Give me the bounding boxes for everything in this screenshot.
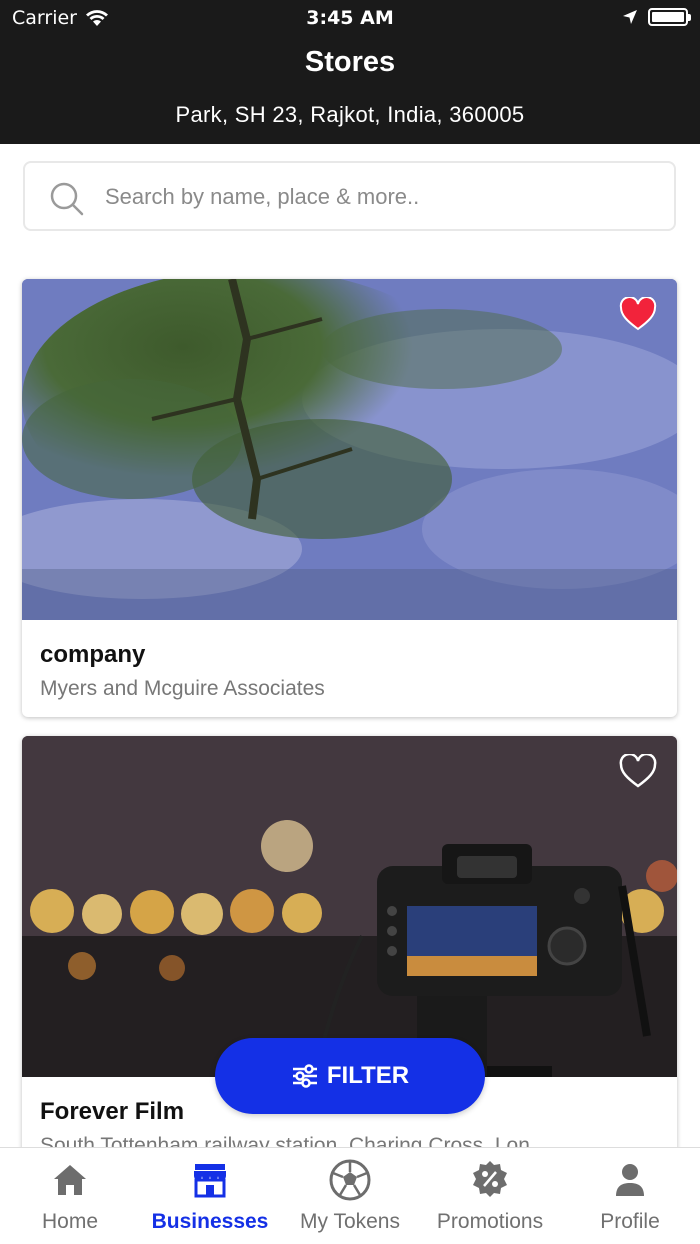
tab-businesses[interactable]: Businesses (140, 1148, 280, 1244)
header-bar: Carrier 3:45 AM Stores Park, SH 23, Rajk… (0, 0, 700, 144)
soccer-ball-icon (329, 1159, 371, 1201)
percent-badge-icon (473, 1161, 507, 1197)
location-arrow-icon (623, 10, 637, 24)
tab-label: Home (41, 1210, 99, 1233)
tab-label: Promotions (436, 1210, 544, 1233)
filter-label: FILTER (326, 1062, 410, 1089)
current-location[interactable]: Park, SH 23, Rajkot, India, 360005 (0, 102, 700, 128)
tab-home[interactable]: Home (0, 1148, 140, 1244)
filter-button[interactable]: FILTER (215, 1038, 485, 1114)
status-right-group (622, 8, 691, 26)
store-name: Forever Film (40, 1098, 185, 1125)
favorite-heart-outline-icon[interactable] (619, 754, 657, 788)
store-card[interactable]: company Myers and Mcguire Associates (22, 279, 677, 717)
battery-icon (648, 8, 691, 26)
store-address: Myers and Mcguire Associates (40, 677, 325, 700)
status-time: 3:45 AM (306, 7, 394, 29)
tab-my-tokens[interactable]: My Tokens (280, 1148, 420, 1244)
tab-profile[interactable]: Profile (560, 1148, 700, 1244)
store-image (22, 736, 677, 1078)
search-icon (50, 182, 84, 216)
store-image (22, 279, 677, 620)
tab-label: Profile (600, 1210, 660, 1233)
search-input[interactable] (105, 175, 655, 219)
search-box[interactable] (23, 161, 676, 231)
person-icon (616, 1164, 644, 1196)
store-photo-lake (22, 279, 677, 620)
status-bar: Carrier 3:45 AM (0, 0, 700, 36)
store-icon (194, 1164, 226, 1198)
store-photo-camera (22, 736, 677, 1078)
sliders-icon (292, 1064, 317, 1088)
page-title: Stores (304, 46, 396, 78)
tab-promotions[interactable]: Promotions (420, 1148, 560, 1244)
tab-bar: Home Businesses My Tokens Promotions Pro… (0, 1147, 700, 1244)
stores-screen: Carrier 3:45 AM Stores Park, SH 23, Rajk… (0, 0, 700, 1244)
store-name: company (40, 641, 146, 668)
tab-label: Businesses (151, 1210, 269, 1233)
home-icon (54, 1165, 86, 1195)
favorite-heart-icon[interactable] (619, 297, 657, 331)
tab-label: My Tokens (300, 1210, 400, 1233)
